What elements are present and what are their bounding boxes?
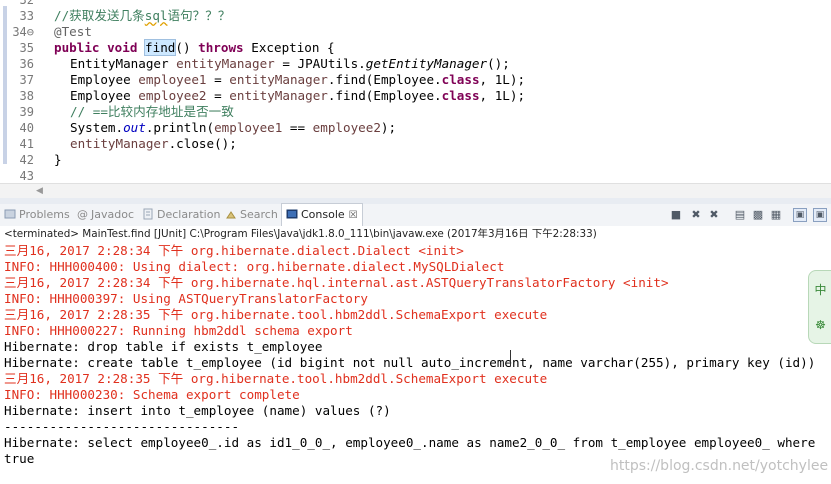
tab-declaration[interactable]: Declaration [142,204,220,226]
console-line: ------------------------------- [4,419,240,434]
console-line: Hibernate: drop table if exists t_employ… [4,339,323,354]
line-number: 37 [19,73,34,87]
close-tab-icon[interactable]: ☒ [349,210,358,221]
code-line-35[interactable]: public void find() throws Exception { [54,39,335,56]
line-number: 36 [19,57,34,71]
settings-icon[interactable]: ☸ [809,318,831,332]
line-number: 33 [19,9,34,23]
console-line: 三月16, 2017 2:28:35 下午 org.hibernate.tool… [4,307,548,322]
code-line-38[interactable]: Employee employee2 = entityManager.find(… [70,88,525,104]
editor-horizontal-scrollbar[interactable]: ◀ [0,183,831,198]
search-icon [226,211,236,219]
code-line-34[interactable]: @Test [54,24,92,40]
line-number: 39 [19,105,34,119]
console-line: INFO: HHH000397: Using ASTQueryTranslato… [4,291,368,306]
annotation: @Test [54,24,92,39]
line-number: 32 [19,0,34,7]
code-line-36[interactable]: EntityManager entityManager = JPAUtils.g… [70,56,510,72]
view-tab-bar: Problems @ Javadoc Declaration Search Con… [0,203,831,227]
code-line-37[interactable]: Employee employee1 = entityManager.find(… [70,72,525,88]
console-status: <terminated> MainTest.find [JUnit] C:\Pr… [0,226,831,242]
code-line-33[interactable]: //获取发送几条sql语句？？？ [54,8,230,24]
watermark: https://blog.csdn.net/yotchylee [610,458,829,474]
javadoc-icon: @ [77,208,88,220]
console-line: 三月16, 2017 2:28:34 下午 org.hibernate.dial… [4,243,464,258]
console-line: 三月16, 2017 2:28:34 下午 org.hibernate.hql.… [4,275,669,290]
console-icon [286,209,298,219]
selected-method-name[interactable]: find [144,39,177,56]
tab-console[interactable]: Console ☒ [281,203,363,227]
code-line-39[interactable]: // ==比较内存地址是否一致 [70,104,234,120]
console-output[interactable]: 三月16, 2017 2:28:34 下午 org.hibernate.dial… [0,242,831,484]
line-number: 41 [19,137,34,151]
scroll-left-icon[interactable]: ◀ [36,184,43,198]
input-method-label[interactable]: 中 [809,281,831,298]
console-line: INFO: HHH000400: Using dialect: org.hibe… [4,259,505,274]
scroll-lock-icon[interactable]: ▩ [751,208,765,222]
code-line-42[interactable]: } [54,152,62,168]
line-number: 38 [19,89,34,103]
line-number: 40 [19,121,34,135]
code-line-41[interactable]: entityManager.close(); [70,136,237,152]
problems-icon [4,209,16,219]
remove-all-terminated-icon[interactable]: ✖ [707,208,721,222]
console-line: 三月16, 2017 2:28:35 下午 org.hibernate.tool… [4,371,548,386]
line-number: 42 [19,153,34,167]
console-line: INFO: HHH000230: Schema export complete [4,387,300,402]
comment: //获取发送几条sql语句？？？ [54,8,231,23]
console-line: INFO: HHH000227: Running hbm2ddl schema … [4,323,353,338]
display-selected-console-icon[interactable]: ▣ [813,208,827,222]
remove-launch-icon[interactable]: ✖ [689,208,703,222]
line-number-gutter: 32 33 34⊖ 35 36 37 38 39 40 41 42 43 [0,0,40,198]
line-number[interactable]: 34⊖ [6,24,34,40]
tab-search[interactable]: Search [225,204,278,226]
code-line-40[interactable]: System.out.println(employee1 == employee… [70,120,396,136]
svg-text:@: @ [77,208,88,220]
console-line: Hibernate: insert into t_employee (name)… [4,403,391,418]
declaration-icon [143,208,153,220]
tab-problems[interactable]: Problems [4,204,70,226]
text-cursor [510,350,513,366]
floating-input-widget[interactable]: 中 ☸ [808,270,831,344]
tab-javadoc[interactable]: @ Javadoc [76,204,134,226]
code-editor[interactable]: 32 33 34⊖ 35 36 37 38 39 40 41 42 43 //获… [0,0,831,198]
clear-console-icon[interactable]: ▤ [733,208,747,222]
pin-console-icon[interactable]: ▣ [793,208,807,222]
console-line: true [4,451,35,466]
line-number: 43 [19,169,34,183]
word-wrap-icon[interactable]: ▦ [769,208,783,222]
console-line: Hibernate: select employee0_.id as id1_0… [4,435,816,450]
terminate-icon[interactable]: ■ [669,208,683,222]
line-number: 35 [19,41,34,55]
console-line: Hibernate: create table t_employee (id b… [4,355,816,370]
